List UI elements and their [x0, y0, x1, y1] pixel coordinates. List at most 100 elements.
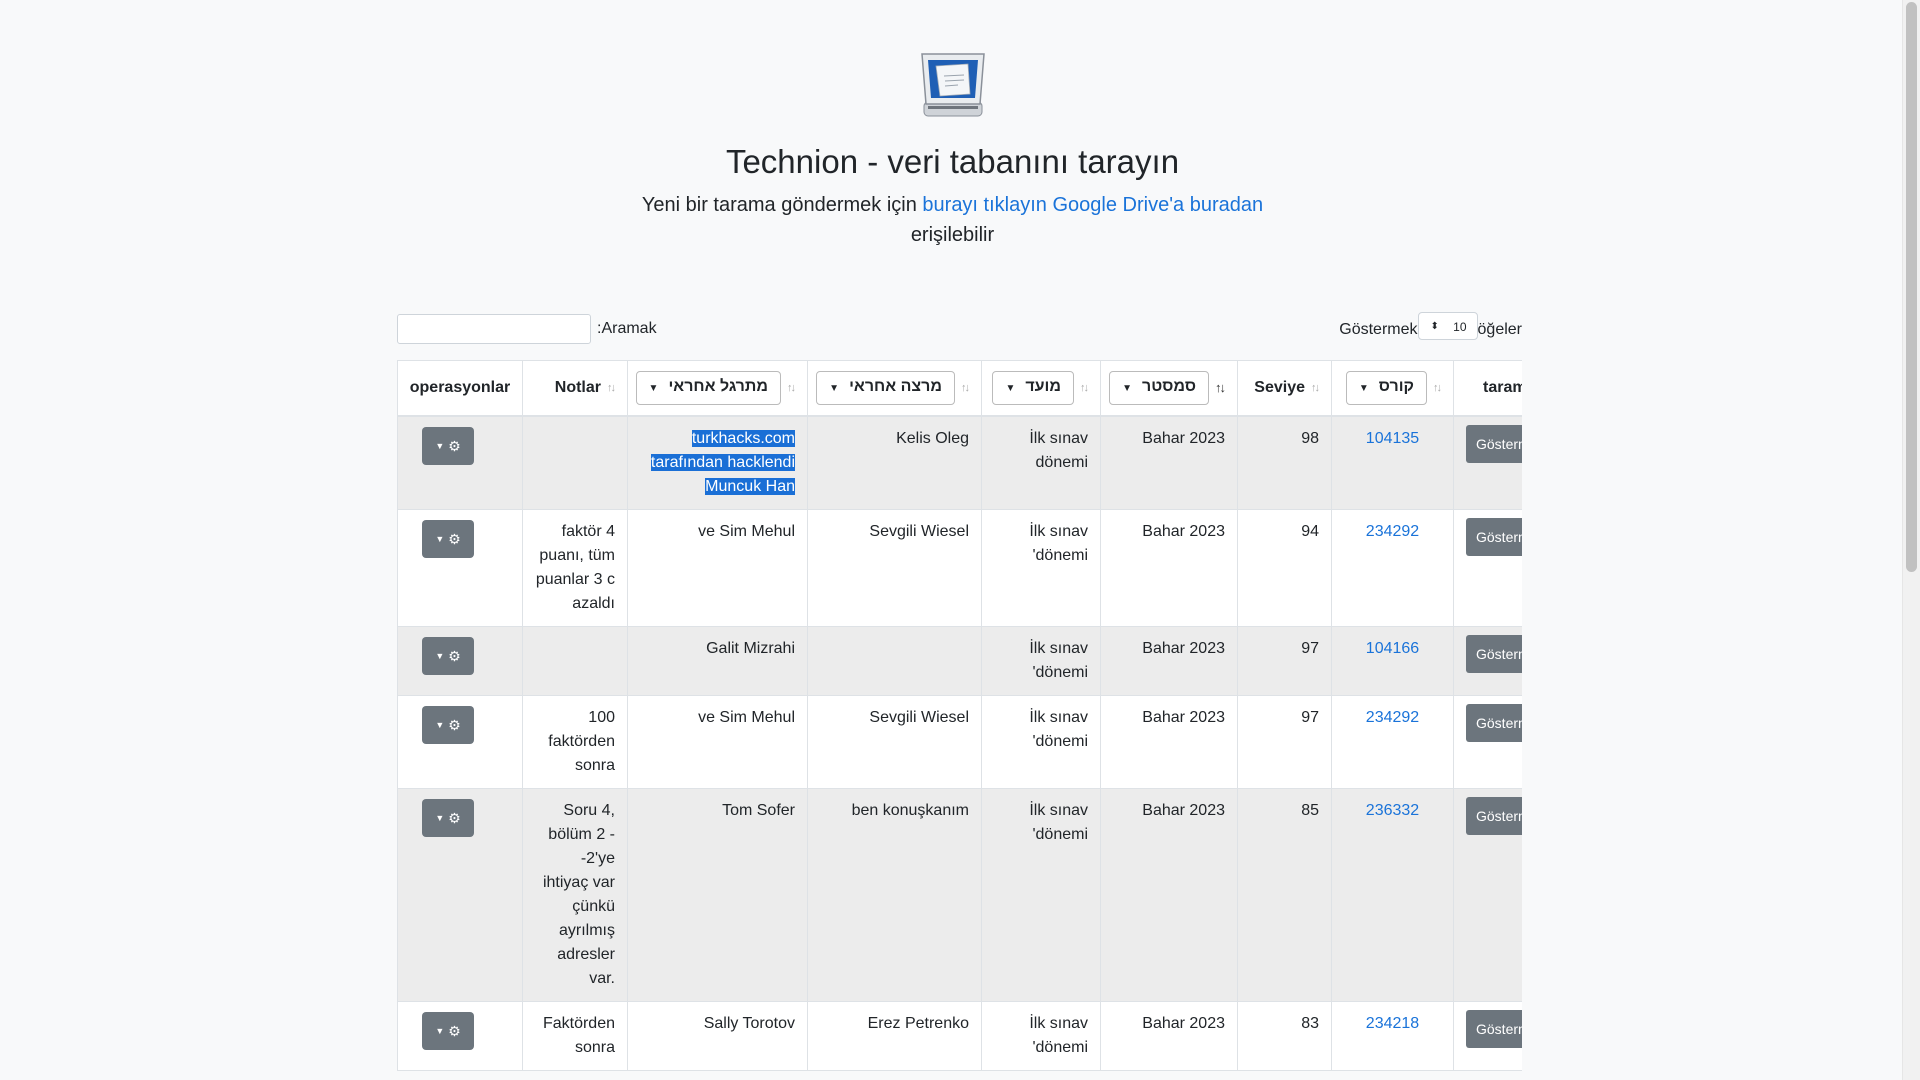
operations-menu-button[interactable]: ▼ ⚙: [422, 1012, 474, 1050]
scrollbar-thumb[interactable]: [1906, 2, 1917, 572]
grader-filter-button[interactable]: ▼ מתרגל אחראי: [635, 371, 781, 405]
ops-cell: ▼ ⚙: [397, 1001, 523, 1071]
grade-cell: 85: [1237, 788, 1332, 1002]
table-row: ▼ ⚙ 100 faktörden sonra ve Sim Mehul Sev…: [397, 695, 1522, 789]
table-row: ▼ ⚙ turkhacks.com tarafından hacklendi M…: [397, 415, 1522, 510]
caret-down-icon: ▼: [1358, 383, 1369, 394]
grade-cell: 97: [1237, 695, 1332, 789]
col-semester[interactable]: ▼ סמסטר ↑↓: [1100, 360, 1238, 417]
caret-down-icon: ▼: [648, 383, 659, 394]
semester-cell: Bahar 2023: [1100, 1001, 1238, 1071]
operations-menu-button[interactable]: ▼ ⚙: [422, 637, 474, 675]
grader-cell: ve Sim Mehul: [627, 509, 808, 627]
scan-cell: Gösterm: [1453, 626, 1522, 696]
operations-menu-button[interactable]: ▼ ⚙: [422, 799, 474, 837]
show-scan-button[interactable]: Gösterm: [1466, 425, 1522, 463]
notes-cell: Faktörden sonra: [522, 1001, 628, 1071]
page-length-select[interactable]: ⬍ 10: [1417, 312, 1478, 340]
col-deadline[interactable]: ▼ מועד ↑↓: [981, 360, 1101, 417]
col-grader[interactable]: ▼ מתרגל אחראי ↑↓: [627, 360, 808, 417]
operations-menu-button[interactable]: ▼ ⚙: [422, 520, 474, 558]
notes-cell: 100 faktörden sonra: [522, 695, 628, 789]
caret-down-icon: ▼: [829, 383, 840, 394]
table-row: ▼ ⚙ Soru 4, bölüm 2 - -2'ye ihtiyaç var …: [397, 788, 1522, 1002]
submit-scan-link[interactable]: burayı tıklayın: [922, 194, 1047, 216]
scan-cell: Gösterm: [1453, 1001, 1522, 1071]
table-controls: :Aramak Göstermek ⬍ 10 öğeler: [397, 312, 1522, 348]
table-row: ▼ ⚙ Faktörden sonra Sally Torotov Erez P…: [397, 1001, 1522, 1071]
ops-cell: ▼ ⚙: [397, 415, 523, 510]
col-deadline-label: מועד: [1025, 378, 1061, 395]
show-scan-button[interactable]: Gösterm: [1466, 704, 1522, 742]
col-scan-label: taram: [1483, 379, 1522, 396]
grade-cell: 97: [1237, 626, 1332, 696]
search-label: :Aramak: [597, 320, 657, 337]
google-drive-link[interactable]: Google Drive'a buradan: [1052, 194, 1263, 216]
col-scan[interactable]: taram: [1453, 360, 1522, 417]
show-scan-button[interactable]: Gösterm: [1466, 635, 1522, 673]
lecturer-filter-button[interactable]: ▼ מרצה אחראי: [816, 371, 955, 405]
deadline-filter-button[interactable]: ▼ מועד: [992, 371, 1074, 405]
course-cell: 104166: [1331, 626, 1454, 696]
grader-cell: Galit Mizrahi: [627, 626, 808, 696]
col-lecturer-label: מרצה אחראי: [849, 378, 942, 395]
caret-down-icon: ▼: [435, 651, 445, 661]
scans-table: operasyonlar Notlar ↑↓ ▼ מתרגל אחראי ↑↓ ▼ מר…: [397, 360, 1522, 1071]
scans-table-wrapper: operasyonlar Notlar ↑↓ ▼ מתרגל אחראי ↑↓ ▼ מר…: [397, 360, 1522, 1080]
grade-cell: 83: [1237, 1001, 1332, 1071]
page-title: Technion - veri tabanını tarayın: [725, 143, 1180, 180]
lecturer-cell: Sevgili Wiesel: [807, 695, 982, 789]
course-cell: 104135: [1331, 415, 1454, 510]
semester-filter-button[interactable]: ▼ סמסטר: [1109, 371, 1209, 405]
deadline-cell: İlk sınav 'dönemi: [981, 695, 1101, 789]
course-cell: 234292: [1331, 509, 1454, 627]
show-scan-button[interactable]: Gösterm: [1466, 518, 1522, 556]
course-cell: 234218: [1331, 1001, 1454, 1071]
col-course[interactable]: ▼ קורס ↑↓: [1331, 360, 1454, 417]
gear-icon: ⚙: [448, 438, 461, 454]
page-length-value: 10: [1453, 320, 1467, 334]
grader-cell: ve Sim Mehul: [627, 695, 808, 789]
operations-menu-button[interactable]: ▼ ⚙: [422, 706, 474, 744]
sort-icon: ↑↓: [1433, 382, 1442, 394]
search-input[interactable]: [397, 314, 591, 344]
col-notes[interactable]: Notlar ↑↓: [522, 360, 628, 417]
col-grade[interactable]: Seviye ↑↓: [1237, 360, 1332, 417]
notes-cell: faktör 4 puanı, tüm puanlar 3 c azaldı: [522, 509, 628, 627]
course-filter-button[interactable]: ▼ קורס: [1345, 371, 1427, 405]
gear-icon: ⚙: [448, 531, 461, 547]
course-link[interactable]: 104135: [1366, 430, 1419, 447]
col-course-label: קורס: [1378, 378, 1414, 395]
grade-cell: 94: [1237, 509, 1332, 627]
col-operations[interactable]: operasyonlar: [397, 360, 523, 417]
table-header-row: operasyonlar Notlar ↑↓ ▼ מתרגל אחראי ↑↓ ▼ מר…: [397, 360, 1522, 417]
caret-down-icon: ▼: [435, 1026, 445, 1036]
notes-cell: [522, 415, 628, 510]
col-grader-label: מתרגל אחראי: [668, 378, 768, 395]
show-scan-button[interactable]: Gösterm: [1466, 1010, 1522, 1048]
select-arrows-icon: ⬍: [1430, 321, 1439, 332]
deadline-cell: İlk sınav 'dönemi: [981, 788, 1101, 1002]
show-scan-button[interactable]: Gösterm: [1466, 797, 1522, 835]
items-label: öğeler: [1477, 321, 1522, 339]
course-link[interactable]: 104166: [1366, 640, 1419, 657]
course-link[interactable]: 234292: [1366, 709, 1419, 726]
gear-icon: ⚙: [448, 648, 461, 664]
caret-down-icon: ▼: [435, 441, 445, 451]
subtitle-prefix: Yeni bir tarama göndermek için: [641, 194, 917, 216]
col-lecturer[interactable]: ▼ מרצה אחראי ↑↓: [807, 360, 982, 417]
course-cell: 236332: [1331, 788, 1454, 1002]
gear-icon: ⚙: [448, 1023, 461, 1039]
table-row: ▼ ⚙ Galit Mizrahi İlk sınav 'dönemi Baha…: [397, 626, 1522, 696]
caret-down-icon: ▼: [435, 534, 445, 544]
lecturer-cell: Erez Petrenko: [807, 1001, 982, 1071]
subtitle-suffix: erişilebilir: [910, 224, 995, 246]
operations-menu-button[interactable]: ▼ ⚙: [422, 427, 474, 465]
ops-cell: ▼ ⚙: [397, 788, 523, 1002]
course-link[interactable]: 234292: [1366, 523, 1419, 540]
scan-cell: Gösterm: [1453, 509, 1522, 627]
course-link[interactable]: 236332: [1366, 802, 1419, 819]
notes-cell: Soru 4, bölüm 2 - -2'ye ihtiyaç var çünk…: [522, 788, 628, 1002]
course-link[interactable]: 234218: [1366, 1015, 1419, 1032]
col-operations-label: operasyonlar: [409, 379, 511, 396]
